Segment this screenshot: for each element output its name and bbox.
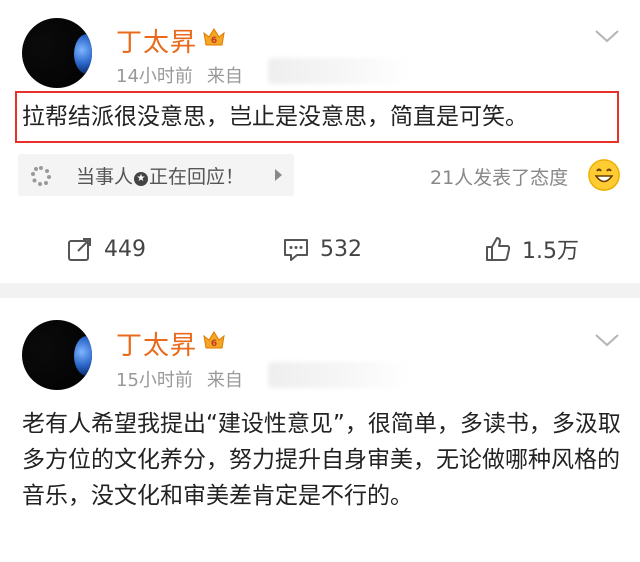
weibo-post: 丁太昇 6 14小时前 来自 拉帮结派很没意思，岂止是没意思，简直是可笑。 当事人…	[0, 0, 640, 283]
avatar-earth-graphic	[74, 34, 92, 74]
post-time: 14小时前	[116, 66, 193, 87]
topic-text-before: 当事人	[76, 166, 134, 188]
post-source-label: 来自	[206, 66, 243, 87]
post-separator	[0, 283, 640, 298]
vip-crown-icon[interactable]: 6	[202, 329, 226, 351]
share-count: 449	[104, 236, 146, 262]
post-source-label: 来自	[206, 370, 243, 391]
author-name[interactable]: 丁太昇	[116, 325, 197, 362]
like-count: 1.5万	[522, 239, 579, 264]
post-time: 15小时前	[116, 370, 193, 391]
topic-text-after: 正在回应！	[149, 166, 245, 188]
topic-text: 当事人 ★ 正在回应！	[76, 162, 244, 189]
arrow-right-icon	[275, 169, 282, 181]
share-icon	[68, 238, 91, 261]
comment-icon	[284, 239, 308, 261]
grin-emoji-icon[interactable]	[588, 159, 620, 191]
redacted-source	[268, 58, 408, 84]
weibo-post: 丁太昇 6 15小时前 来自 老有人希望我提出“建设性意见”，很简单，多读书，多汲…	[0, 298, 640, 562]
post-text: 拉帮结派很没意思，岂止是没意思，简直是可笑。	[22, 104, 528, 130]
topic-bar[interactable]: 当事人 ★ 正在回应！	[18, 154, 294, 196]
avatar-earth-graphic	[74, 336, 92, 376]
svg-text:6: 6	[211, 339, 217, 349]
like-icon	[486, 237, 511, 261]
like-button[interactable]: 1.5万	[484, 232, 579, 266]
comment-count: 532	[320, 236, 362, 262]
avatar[interactable]	[22, 320, 92, 390]
chevron-down-icon[interactable]	[594, 332, 620, 348]
attitude-count[interactable]: 21人发表了态度	[430, 163, 568, 190]
share-button[interactable]: 449	[66, 232, 146, 266]
star-badge-icon: ★	[134, 172, 149, 186]
post-meta: 14小时前 来自	[116, 62, 243, 88]
author-name[interactable]: 丁太昇	[116, 22, 197, 59]
avatar[interactable]	[22, 18, 92, 88]
topic-spinner-icon	[31, 166, 51, 186]
post-meta: 15小时前 来自	[116, 366, 243, 392]
svg-text:6: 6	[211, 36, 217, 46]
comment-button[interactable]: 532	[282, 232, 362, 266]
post-text: 老有人希望我提出“建设性意见”，很简单，多读书，多汲取多方位的文化养分，努力提升…	[22, 411, 621, 509]
chevron-down-icon[interactable]	[594, 28, 620, 44]
vip-crown-icon[interactable]: 6	[202, 26, 226, 48]
redacted-source	[268, 362, 408, 388]
